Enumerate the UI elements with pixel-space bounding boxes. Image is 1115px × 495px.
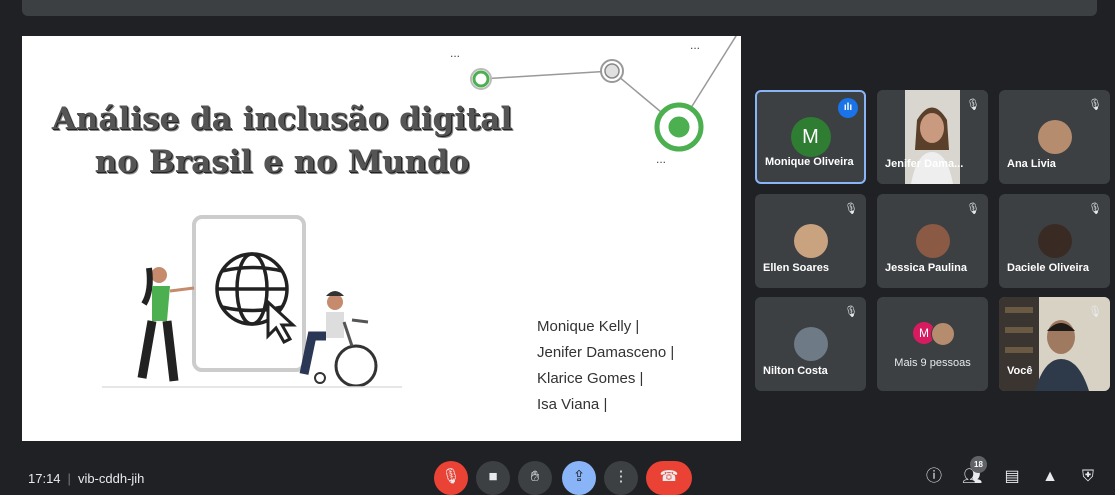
slide-title-line2: no Brasil e no Mundo: [94, 144, 470, 180]
present-screen-button[interactable]: ⇪: [562, 461, 596, 495]
participant-name: Jessica Paulina: [885, 262, 967, 274]
chat-icon: ▤: [1004, 468, 1020, 485]
avatar: M: [790, 117, 831, 157]
avatar: [915, 224, 950, 258]
participant-tile[interactable]: 🎙︎ Ellen Soares: [755, 194, 866, 288]
avatar: [1037, 224, 1072, 258]
self-tile[interactable]: 🎙︎ Você: [999, 297, 1110, 391]
meeting-time: 17:14: [28, 471, 61, 486]
participant-name: Monique Oliveira: [765, 156, 854, 168]
person-wheelchair-illustration: [299, 291, 378, 388]
top-bar: [22, 0, 1097, 16]
participant-tile[interactable]: 🎙︎ Ana Livia: [999, 90, 1110, 184]
separator: |: [67, 471, 71, 486]
more-options-button[interactable]: ⋮: [604, 461, 638, 495]
author-name: Jenifer Damasceno |: [537, 344, 675, 361]
participant-name: Jenifer Dama...: [885, 158, 964, 170]
slide-title-line1: Análise da inclusão digital: [51, 101, 513, 137]
participant-name: Nilton Costa: [763, 365, 828, 377]
dots-2: ...: [690, 38, 701, 52]
presentation-slide: ... ... ... Análise da inclusão digital …: [22, 36, 741, 441]
participant-tile[interactable]: M ılı Monique Oliveira: [755, 90, 866, 184]
avatar: [931, 322, 955, 346]
mic-off-icon: 🎙︎: [966, 203, 980, 215]
person-standing-illustration: [137, 267, 195, 382]
participant-tile[interactable]: 🎙︎ Daciele Oliveira: [999, 194, 1110, 288]
author-name: Monique Kelly |: [537, 318, 640, 335]
info-icon: ⓘ: [925, 468, 942, 485]
participant-tile[interactable]: 🎙︎ Jessica Paulina: [877, 194, 988, 288]
raise-hand-button[interactable]: ✋︎: [518, 461, 552, 495]
mic-off-icon: 🎙︎: [1088, 306, 1102, 318]
avatar: [793, 327, 828, 361]
dots-3: ...: [656, 152, 667, 166]
author-name: Klarice Gomes |: [537, 370, 644, 387]
participant-name: Ellen Soares: [763, 262, 830, 274]
avatar: [1037, 120, 1072, 154]
more-participants-tile[interactable]: M Mais 9 pessoas: [877, 297, 988, 391]
dots-1: ...: [450, 46, 461, 60]
mic-toggle-button[interactable]: 🎙︎: [434, 461, 468, 495]
speaking-indicator-icon: ılı: [838, 98, 858, 118]
mic-off-icon: 🎙︎: [1088, 203, 1102, 215]
participant-name: Você: [1007, 365, 1033, 377]
chat-button[interactable]: ▤: [1002, 467, 1022, 487]
author-list: Monique Kelly | Jenifer Damasceno | Klar…: [537, 314, 674, 418]
author-name: Isa Viana |: [537, 396, 608, 413]
shield-lock-icon: ⛨: [1081, 468, 1094, 485]
meeting-info: 17:14 | vib-cddh-jih: [28, 471, 144, 486]
present-screen-icon: ⇪: [572, 468, 586, 485]
meeting-details-button[interactable]: ⓘ: [924, 467, 944, 487]
participant-tile[interactable]: 🎙︎ Jenifer Dama...: [877, 90, 988, 184]
mic-off-icon: 🎙︎: [441, 468, 461, 485]
participant-name: Daciele Oliveira: [1007, 262, 1089, 274]
avatar: [793, 224, 828, 258]
phone-hangup-icon: ☎: [659, 468, 679, 485]
participant-count-badge: 18: [970, 456, 987, 473]
end-call-button[interactable]: ☎: [646, 461, 692, 495]
mic-off-icon: 🎙︎: [966, 99, 980, 111]
mic-off-icon: 🎙︎: [844, 306, 858, 318]
mic-off-icon: 🎙︎: [1088, 99, 1102, 111]
more-participants-label: Mais 9 pessoas: [894, 357, 971, 369]
more-vert-icon: ⋮: [613, 468, 629, 485]
hand-icon: ✋︎: [530, 468, 540, 485]
bottom-toolbar: 17:14 | vib-cddh-jih 🎙︎ ■ ✋︎ ⇪ ⋮ ☎ ⓘ 👥︎ ▤ …: [0, 455, 1115, 495]
activities-button[interactable]: ▲: [1040, 467, 1060, 487]
activities-icon: ▲: [1042, 468, 1058, 485]
participant-tile[interactable]: 🎙︎ Nilton Costa: [755, 297, 866, 391]
meeting-code: vib-cddh-jih: [77, 471, 145, 486]
host-controls-button[interactable]: ⛨: [1078, 467, 1098, 487]
mic-off-icon: 🎙︎: [844, 203, 858, 215]
participant-name: Ana Livia: [1007, 158, 1056, 170]
camera-icon: ■: [488, 468, 498, 485]
camera-toggle-button[interactable]: ■: [476, 461, 510, 495]
slide-title: Análise da inclusão digital no Brasil e …: [22, 98, 542, 184]
